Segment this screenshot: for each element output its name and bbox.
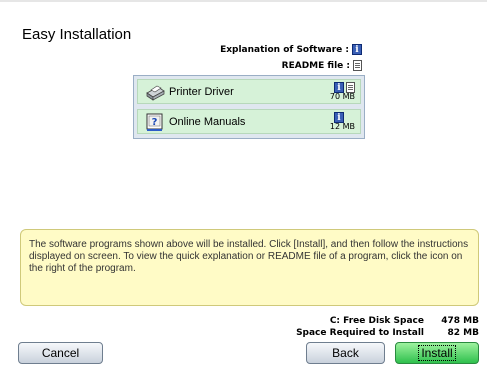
- info-note: The software programs shown above will b…: [20, 229, 479, 306]
- software-list: Printer Driver i 70 MB ? Online Manuals …: [133, 75, 365, 139]
- legend-explanation-label: Explanation of Software :: [220, 44, 349, 55]
- software-name: Online Manuals: [169, 116, 246, 128]
- readme-icon: [353, 60, 362, 71]
- manual-book-icon: ?: [146, 113, 163, 131]
- installer-window: Easy Installation Explanation of Softwar…: [0, 0, 487, 368]
- printer-icon: [146, 85, 165, 101]
- software-name: Printer Driver: [169, 86, 234, 98]
- page-title: Easy Installation: [22, 26, 132, 43]
- back-button[interactable]: Back: [306, 342, 385, 364]
- legend-readme-label: README file :: [281, 60, 350, 71]
- free-disk-label: C: Free Disk Space: [329, 316, 424, 326]
- free-disk-value: 478 MB: [441, 316, 479, 326]
- svg-text:?: ?: [152, 117, 158, 128]
- software-size: 12 MB: [329, 122, 355, 131]
- required-space: Space Required to Install 82 MB: [214, 328, 479, 338]
- legend-readme: README file :: [282, 60, 362, 71]
- software-row-printer-driver: Printer Driver i 70 MB: [137, 79, 361, 104]
- info-icon: i: [352, 44, 362, 55]
- software-size: 70 MB: [329, 92, 355, 101]
- install-button[interactable]: Install: [395, 342, 479, 364]
- legend-explanation: Explanation of Software : i: [220, 44, 362, 55]
- software-row-online-manuals: ? Online Manuals i 12 MB: [137, 109, 361, 134]
- required-space-label: Space Required to Install: [296, 328, 424, 338]
- free-disk-space: C: Free Disk Space 478 MB: [214, 316, 479, 326]
- required-space-value: 82 MB: [447, 328, 479, 338]
- install-button-label: Install: [418, 345, 456, 361]
- cancel-button[interactable]: Cancel: [18, 342, 103, 364]
